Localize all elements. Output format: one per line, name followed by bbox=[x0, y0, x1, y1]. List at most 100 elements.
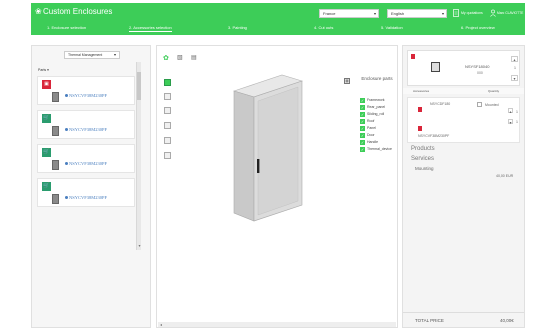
total-label: TOTAL PRICE bbox=[415, 318, 444, 323]
parts-list-title: Enclosure parts bbox=[361, 76, 393, 81]
services-section: Services bbox=[411, 156, 435, 162]
framework-tool-icon[interactable] bbox=[164, 79, 171, 86]
accessory-ref: NSYCVF38M230PF bbox=[69, 161, 108, 166]
cutout-tool-icon[interactable] bbox=[164, 137, 171, 144]
top-header: ❀ Custom Enclosures France ▾ English ▾ M… bbox=[31, 3, 525, 22]
part-checkbox-roof[interactable]: ✓ Roof bbox=[360, 119, 374, 124]
check-icon: ✓ bbox=[360, 105, 365, 110]
part-label: Handle bbox=[367, 140, 379, 144]
enclosure-ref: NSYSF18040 bbox=[465, 64, 490, 69]
step-cut-outs[interactable]: 4. Cut outs bbox=[314, 25, 333, 31]
part-label: Rear_panel bbox=[367, 105, 386, 109]
enclosure-qty: 1 bbox=[514, 66, 516, 70]
accessory-card[interactable]: ▣ NSYCVF38M230PF bbox=[37, 76, 135, 105]
enclosure-thumbnail bbox=[431, 62, 440, 72]
status-dot bbox=[65, 196, 68, 199]
delete-icon[interactable] bbox=[418, 126, 422, 131]
panel-tool-icon[interactable] bbox=[164, 93, 171, 100]
my-quotations-label: My quotations bbox=[461, 11, 483, 15]
accessory-card[interactable]: 🛒 NSYCVF38M230PF bbox=[37, 110, 135, 139]
total-price-row: TOTAL PRICE 40,00€ bbox=[403, 312, 524, 328]
products-section: Products bbox=[411, 146, 435, 152]
delete-icon[interactable] bbox=[418, 107, 422, 112]
accessory-ref: NSYCVF38M230PF bbox=[69, 93, 108, 98]
delete-icon[interactable] bbox=[411, 54, 415, 59]
user-icon bbox=[490, 9, 496, 17]
accessory-qty: 1 bbox=[516, 120, 518, 124]
status-dot bbox=[65, 162, 68, 165]
accessory-card[interactable]: 🛒 NSYCVF38M230PF bbox=[37, 178, 135, 207]
scroll-left-icon[interactable]: ◂ bbox=[160, 322, 162, 327]
cart-icon[interactable]: 🛒 bbox=[42, 114, 51, 123]
mount-tool-icon[interactable] bbox=[164, 122, 171, 129]
2d-view-icon[interactable]: ▤ bbox=[191, 54, 197, 61]
step-project-overview[interactable]: 6. Project overview bbox=[461, 25, 495, 31]
category-select[interactable]: Thermal Management ▾ bbox=[64, 51, 120, 59]
qty-down-button[interactable]: ▾ bbox=[511, 75, 518, 81]
mounting-label: Mounting bbox=[415, 166, 434, 171]
part-label: Framework bbox=[367, 98, 385, 102]
mounted-checkbox[interactable] bbox=[477, 102, 482, 107]
part-label: Roof bbox=[367, 119, 375, 123]
delete-icon[interactable]: ▣ bbox=[42, 80, 51, 89]
check-icon: ✓ bbox=[360, 147, 365, 152]
user-menu[interactable]: Marc CLAVIOTTE bbox=[490, 9, 525, 17]
door-handle bbox=[257, 159, 260, 173]
accessories-col: Accessories bbox=[413, 89, 430, 93]
qty-up-button[interactable]: ▴ bbox=[508, 108, 513, 114]
accessory-qty: 1 bbox=[516, 110, 518, 114]
accessory-line-ref: NSYCVF38M230PF bbox=[418, 134, 450, 138]
document-icon bbox=[453, 9, 459, 17]
cart-icon[interactable]: 🛒 bbox=[42, 148, 51, 157]
parts-filter[interactable]: Parts ▾ bbox=[38, 68, 49, 72]
check-icon: ✓ bbox=[360, 112, 365, 117]
product-thumbnail bbox=[52, 160, 59, 170]
enclosure-sub: 000 bbox=[477, 71, 483, 75]
app-logo-icon: ❀ bbox=[35, 7, 42, 16]
accessory-line-ref: NSYCDF180 bbox=[430, 102, 451, 106]
accessory-line: NSYCDF180 Mounted ▴ 1 ▾ 1 NSYCVF38M230PF bbox=[407, 97, 520, 143]
part-checkbox-rear-panel[interactable]: ✓ Rear_panel bbox=[360, 105, 385, 110]
step-validation[interactable]: 5. Validation bbox=[381, 25, 403, 31]
part-checkbox-panel[interactable]: ✓ Panel bbox=[360, 126, 376, 131]
total-value: 40,00€ bbox=[500, 318, 514, 323]
step-painting[interactable]: 3. Painting bbox=[228, 25, 247, 31]
part-checkbox-handle[interactable]: ✓ Handle bbox=[360, 140, 378, 145]
product-thumbnail bbox=[52, 126, 59, 136]
my-quotations-link[interactable]: My quotations bbox=[453, 9, 485, 17]
qty-up-button[interactable]: ▴ bbox=[511, 56, 518, 62]
qty-down-button[interactable]: ▾ bbox=[508, 119, 513, 125]
scrollbar-thumb[interactable] bbox=[137, 72, 141, 100]
part-checkbox-door[interactable]: ✓ Door bbox=[360, 133, 375, 138]
toggle-parts-icon[interactable]: ▦ bbox=[344, 78, 350, 84]
product-thumbnail bbox=[52, 92, 59, 102]
dimensions-icon[interactable]: ▧ bbox=[177, 54, 183, 61]
layer-tool-icon[interactable] bbox=[164, 152, 171, 159]
accessories-panel: Thermal Management ▾ Parts ▾ ▣ NSYCVF38M… bbox=[31, 45, 151, 328]
accessory-ref: NSYCVF38M230PF bbox=[69, 127, 108, 132]
step-enclosure-selection[interactable]: 1. Enclosure selection bbox=[47, 25, 86, 31]
country-select[interactable]: France ▾ bbox=[319, 9, 379, 18]
part-checkbox-framework[interactable]: ✓ Framework bbox=[360, 98, 385, 103]
status-dot bbox=[65, 94, 68, 97]
accessory-ref: NSYCVF38M230PF bbox=[69, 195, 108, 200]
part-checkbox-sliding-roll[interactable]: ✓ Sliding_roll bbox=[360, 112, 384, 117]
quote-panel: NSYSF18040 000 ▴ 1 ▾ Accessories Quantit… bbox=[402, 45, 525, 328]
3d-view-icon[interactable]: ✿ bbox=[163, 54, 169, 62]
status-dot bbox=[65, 128, 68, 131]
part-checkbox-thermal-device[interactable]: ✓ Thermal_device bbox=[360, 147, 392, 152]
language-select[interactable]: English ▾ bbox=[387, 9, 447, 18]
enclosure-3d-model[interactable] bbox=[230, 73, 310, 223]
viewer-hscrollbar[interactable]: ◂ bbox=[158, 322, 396, 327]
check-icon: ✓ bbox=[360, 119, 365, 124]
door-tool-icon[interactable] bbox=[164, 107, 171, 114]
chevron-down-icon: ▾ bbox=[373, 11, 376, 16]
scroll-down-icon[interactable]: ▾ bbox=[137, 243, 142, 248]
wizard-steps: 1. Enclosure selection 2. Accessories se… bbox=[31, 22, 525, 35]
cart-icon[interactable]: 🛒 bbox=[42, 182, 51, 191]
part-label: Panel bbox=[367, 126, 376, 130]
accessories-scrollbar[interactable]: ▾ bbox=[136, 62, 141, 250]
enclosure-summary: NSYSF18040 000 ▴ 1 ▾ bbox=[407, 50, 520, 86]
accessory-card[interactable]: 🛒 NSYCVF38M230PF bbox=[37, 144, 135, 173]
step-accessories-selection[interactable]: 2. Accessories selection bbox=[129, 25, 172, 32]
